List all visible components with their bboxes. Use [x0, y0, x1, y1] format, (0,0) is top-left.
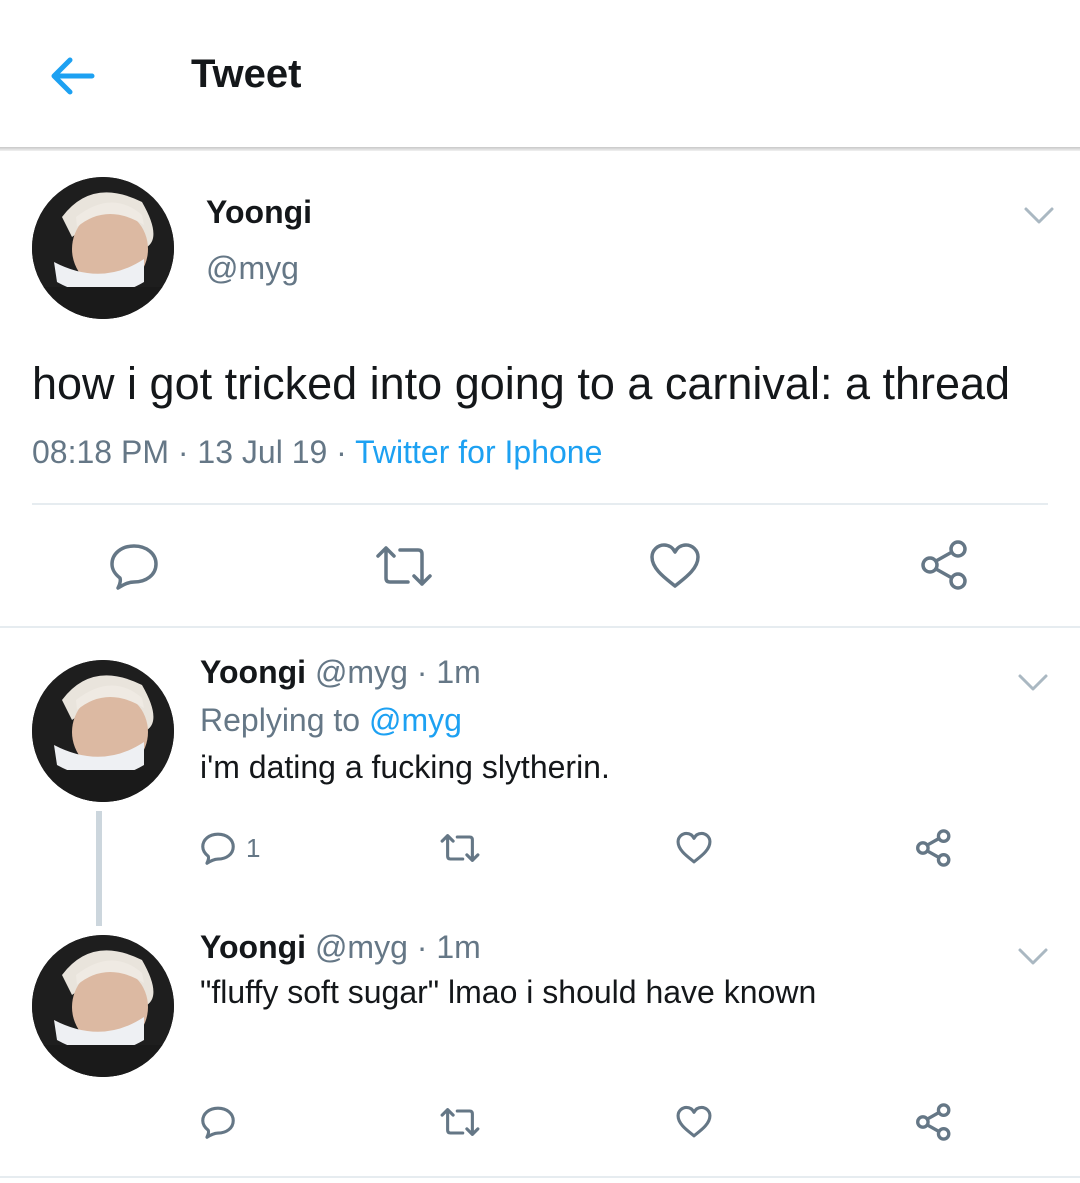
reply-icon [110, 544, 158, 590]
avatar-photo [32, 660, 174, 802]
reply-header: Yoongi @myg · 1m [200, 654, 481, 691]
tweet-time: 08:18 PM [32, 434, 169, 470]
chevron-down-icon [1024, 207, 1054, 224]
author-handle[interactable]: @myg [315, 929, 408, 965]
header-divider [0, 147, 1080, 151]
reply-button[interactable] [200, 1104, 236, 1140]
back-button[interactable] [46, 50, 98, 102]
tweet-date: 13 Jul 19 [197, 434, 328, 470]
like-button[interactable] [675, 1104, 713, 1140]
avatar[interactable] [32, 177, 174, 319]
share-icon [916, 829, 951, 867]
share-button[interactable] [918, 538, 972, 592]
reply-button[interactable] [108, 540, 160, 592]
divider [0, 626, 1080, 628]
reply-count: 1 [246, 832, 261, 863]
share-icon [916, 1103, 951, 1141]
tweet-meta: 08:18 PM · 13 Jul 19 · Twitter for Iphon… [32, 434, 602, 471]
reply-text: i'm dating a fucking slytherin. [200, 749, 610, 785]
retweet-icon [440, 1108, 480, 1136]
divider [0, 1176, 1080, 1178]
retweet-button[interactable] [372, 540, 436, 592]
share-icon [921, 540, 967, 590]
more-options-button[interactable] [1016, 670, 1050, 699]
tweet-source-link[interactable]: Twitter for Iphone [355, 434, 602, 470]
replying-to: Replying to @myg [200, 702, 462, 739]
replying-to-link[interactable]: @myg [369, 702, 462, 738]
retweet-button[interactable] [438, 1104, 482, 1140]
divider [32, 503, 1048, 505]
share-button[interactable] [914, 828, 954, 868]
avatar[interactable] [32, 935, 174, 1077]
replying-to-label: Replying to [200, 702, 361, 738]
author-name[interactable]: Yoongi [206, 194, 312, 231]
tweet-text: how i got tricked into going to a carniv… [32, 358, 1011, 409]
reply-button[interactable]: 1 [200, 830, 260, 866]
arrow-left-icon [51, 57, 95, 95]
more-options-button[interactable] [1022, 203, 1056, 232]
avatar-photo [32, 935, 174, 1077]
share-button[interactable] [914, 1102, 954, 1142]
meta-separator: · [416, 654, 428, 690]
author-name[interactable]: Yoongi [200, 929, 306, 965]
reply-time: 1m [436, 654, 481, 690]
more-options-button[interactable] [1016, 944, 1050, 973]
reply-header: Yoongi @myg · 1m [200, 929, 481, 966]
like-button[interactable] [675, 830, 713, 866]
heart-icon [650, 543, 700, 588]
meta-separator: · [416, 929, 428, 965]
meta-separator: · [177, 434, 189, 470]
avatar-photo [32, 177, 174, 319]
heart-icon [676, 831, 712, 864]
author-handle[interactable]: @myg [206, 250, 299, 287]
avatar[interactable] [32, 660, 174, 802]
reply-icon [201, 1106, 235, 1139]
retweet-icon [376, 546, 432, 586]
reply-time: 1m [436, 929, 481, 965]
heart-icon [676, 1105, 712, 1138]
retweet-icon [440, 834, 480, 862]
retweet-button[interactable] [438, 830, 482, 866]
thread-connector [96, 811, 102, 926]
author-handle[interactable]: @myg [315, 654, 408, 690]
author-name[interactable]: Yoongi [200, 654, 306, 690]
reply-text: "fluffy soft sugar" lmao i should have k… [200, 974, 817, 1010]
top-bar: Tweet [0, 0, 1080, 147]
reply-icon [201, 832, 235, 865]
like-button[interactable] [648, 540, 702, 592]
meta-separator: · [336, 434, 347, 470]
chevron-down-icon [1018, 948, 1048, 965]
chevron-down-icon [1018, 674, 1048, 691]
page-title: Tweet [191, 52, 302, 96]
